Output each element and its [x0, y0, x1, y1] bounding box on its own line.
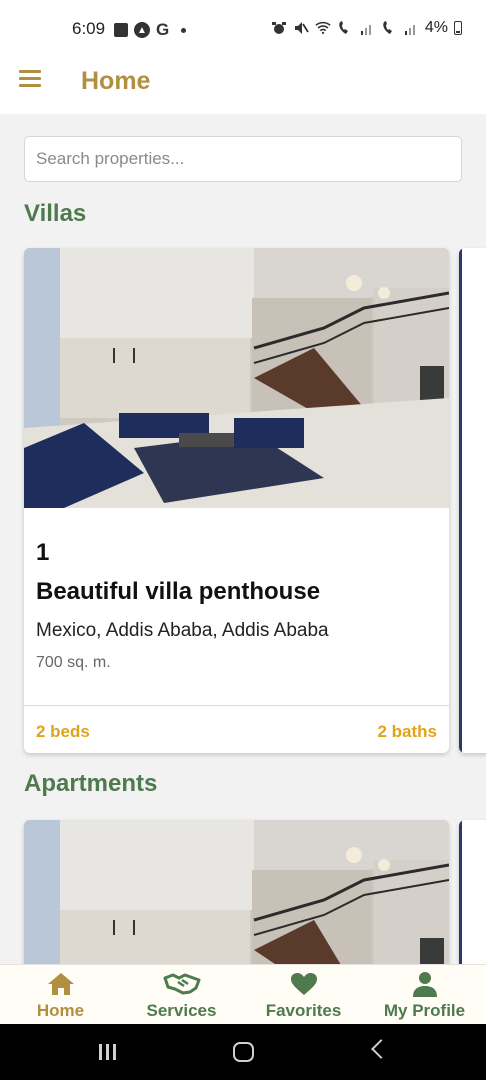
property-baths: 2 baths [377, 722, 437, 741]
status-bar: 6:09 ▲ G 4% [0, 0, 486, 58]
section-title-villas: Villas [24, 200, 87, 227]
nav-home[interactable]: Home [0, 971, 121, 1021]
property-card[interactable]: 1 Beautiful villa penthouse Mexico, Addi… [24, 248, 449, 753]
property-name: Beautiful villa penthouse [36, 578, 321, 605]
signal-1-icon [360, 25, 371, 35]
signal-2-icon [404, 25, 415, 35]
recents-icon[interactable] [99, 1044, 116, 1060]
system-navigation-bar [0, 1024, 486, 1080]
property-beds: 2 beds [36, 722, 90, 741]
home-icon [47, 973, 74, 995]
nav-favorites[interactable]: Favorites [243, 971, 364, 1021]
navigation-app-icon: ▲ [134, 22, 150, 38]
heart-icon [290, 973, 317, 995]
hamburger-icon[interactable] [19, 70, 43, 88]
property-photo [24, 820, 449, 970]
app-bar: Home [0, 58, 486, 114]
status-time: 6:09 [72, 19, 106, 38]
property-location: Mexico, Addis Ababa, Addis Ababa [36, 620, 329, 641]
mute-icon [294, 22, 309, 34]
section-title-apartments: Apartments [24, 770, 158, 797]
alarm-icon [271, 22, 286, 34]
page-title: Home [81, 67, 151, 95]
battery-icon [454, 21, 462, 35]
property-area: 700 sq. m. [36, 654, 111, 671]
nav-services-label: Services [146, 1001, 217, 1020]
search-input[interactable] [25, 137, 461, 181]
search-box[interactable] [24, 136, 462, 182]
next-property-card[interactable] [459, 820, 486, 970]
nav-home-label: Home [36, 1001, 85, 1020]
handshake-icon [163, 973, 200, 995]
property-photo [24, 248, 449, 508]
person-icon [412, 972, 437, 997]
wifi-icon [315, 21, 331, 35]
gallery-icon [114, 23, 128, 37]
home-circle-icon[interactable] [233, 1042, 254, 1062]
nav-my-profile-label: My Profile [383, 1001, 466, 1020]
nav-my-profile[interactable]: My Profile [364, 971, 485, 1021]
battery-level: 4% [424, 19, 448, 36]
dot-icon [181, 27, 187, 33]
volte-2-icon [383, 21, 392, 34]
back-icon[interactable] [371, 1039, 391, 1059]
nav-services[interactable]: Services [121, 971, 242, 1021]
bottom-navigation: Home Services Favorites My Profile [0, 964, 486, 1024]
property-id: 1 [36, 539, 50, 566]
property-card[interactable] [24, 820, 449, 970]
next-property-card[interactable] [459, 248, 486, 753]
google-icon: G [156, 20, 170, 39]
nav-favorites-label: Favorites [265, 1001, 342, 1020]
volte-1-icon [339, 21, 348, 34]
